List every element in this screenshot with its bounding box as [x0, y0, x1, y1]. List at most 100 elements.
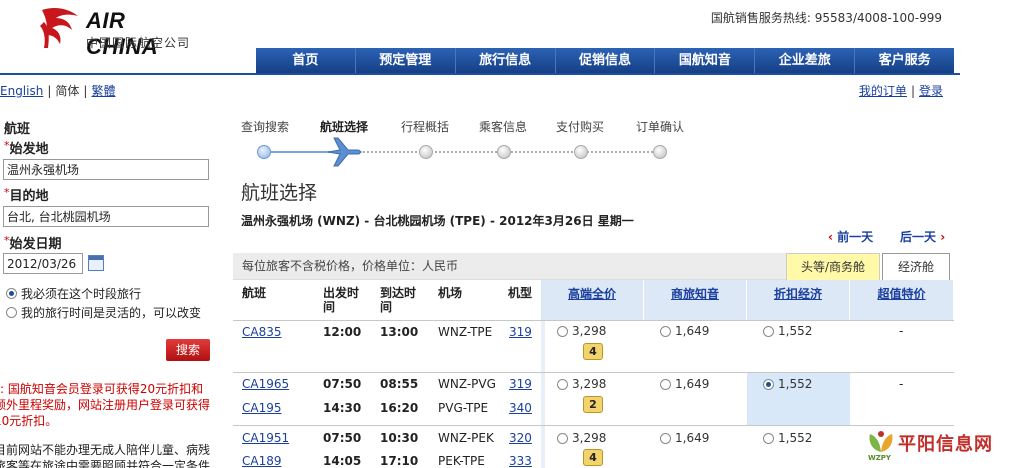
watermark-text: 平阳信息网	[898, 434, 993, 455]
nav-customer-service[interactable]: 客户服务	[854, 48, 955, 73]
departure-date-field[interactable]	[3, 253, 83, 274]
main-nav: 首页 预定管理 旅行信息 促销信息 国航知音 企业差旅 客户服务	[256, 48, 955, 73]
step-search: 查询搜索	[241, 120, 290, 134]
aircraft-type-link[interactable]: 319	[509, 325, 532, 339]
nav-divider	[0, 73, 960, 75]
fare-option[interactable]: 1,552	[763, 324, 812, 338]
step-itinerary: 行程概括	[401, 120, 450, 134]
arrival-time: 17:10	[380, 454, 419, 468]
phoenix-logo-icon	[40, 8, 78, 48]
step-confirm: 订单确认	[636, 120, 685, 134]
login-link[interactable]: 登录	[919, 84, 943, 98]
airport-route: WNZ-PEK	[438, 431, 494, 445]
brand-name-cn: 中国国际航空公司	[86, 36, 191, 50]
nav-corporate-travel[interactable]: 企业差旅	[754, 48, 855, 73]
radio-unchecked-icon[interactable]	[763, 432, 774, 444]
fare-header-discount-economy: 折扣经济	[747, 280, 850, 320]
row-divider	[233, 372, 954, 373]
radio-unchecked-icon[interactable]	[660, 432, 671, 444]
nav-phoenix-miles[interactable]: 国航知音	[654, 48, 755, 73]
aircraft-type-link[interactable]: 333	[509, 454, 532, 468]
flight-number-link[interactable]: CA189	[242, 454, 282, 468]
route-summary: 温州永强机场 (WNZ) - 台北桃园机场 (TPE) - 2012年3月26日…	[241, 214, 634, 228]
departure-time: 12:00	[323, 325, 362, 339]
radio-checked-icon[interactable]	[6, 288, 17, 299]
aircraft-type-link[interactable]: 320	[509, 431, 532, 445]
my-orders-link[interactable]: 我的订单	[859, 84, 907, 98]
lang-simplified[interactable]: 简体	[55, 84, 79, 98]
flight-results-table: 航班 出发时 间 到达时 间 机场 机型 高端全价 商旅知音 折扣经济 超值特价…	[233, 280, 954, 468]
aircraft-type-link[interactable]: 319	[509, 377, 532, 391]
lang-english-link[interactable]: English	[0, 84, 43, 98]
fare-option[interactable]: 1,649	[660, 377, 709, 391]
fare-option[interactable]: 1,552	[763, 431, 812, 445]
fare-unavailable: -	[899, 377, 904, 391]
step-dot-payment	[574, 145, 588, 159]
radio-unchecked-icon[interactable]	[763, 325, 774, 337]
member-discount-note-line2: 额外里程奖励，网站注册用户登录可获得	[0, 398, 211, 412]
tab-economy[interactable]: 经济舱	[882, 253, 950, 280]
price-info-bar: 每位旅客不含税价格，价格单位：人民币	[233, 253, 786, 280]
radio-fixed-time[interactable]: 我必须在这个时段旅行	[6, 285, 141, 302]
arrival-time: 13:00	[380, 325, 419, 339]
chevron-left-icon: ‹	[828, 230, 833, 244]
language-switcher: English | 简体 | 繁體	[0, 84, 116, 98]
step-dot-search	[257, 145, 271, 159]
departure-time: 07:50	[323, 377, 362, 391]
step-passenger: 乘客信息	[479, 120, 528, 134]
step-dot-itinerary	[419, 145, 433, 159]
nav-home[interactable]: 首页	[256, 48, 355, 73]
nav-promotions[interactable]: 促销信息	[554, 48, 655, 73]
nav-booking-management[interactable]: 预定管理	[354, 48, 455, 73]
radio-unchecked-icon[interactable]	[557, 378, 568, 390]
service-note-line1: 目前网站不能办理无成人陪伴儿童、病残	[0, 443, 211, 457]
radio-unchecked-icon[interactable]	[557, 432, 568, 444]
search-button[interactable]: 搜索	[166, 339, 210, 361]
aircraft-type-link[interactable]: 340	[509, 401, 532, 415]
step-line-done	[264, 151, 334, 153]
fare-option[interactable]: 3,298	[557, 377, 606, 391]
radio-unchecked-icon[interactable]	[660, 378, 671, 390]
fare-option[interactable]: 1,649	[660, 431, 709, 445]
col-header-aircraft: 机型	[508, 286, 533, 300]
fare-option[interactable]: 1,649	[660, 324, 709, 338]
date-label: *始发日期	[4, 234, 62, 252]
flight-number-link[interactable]: CA1965	[242, 377, 289, 391]
fare-option[interactable]: 3,298	[557, 431, 606, 445]
from-label: *始发地	[4, 139, 49, 157]
radio-flexible-time[interactable]: 我的旅行时间是灵活的，可以改变	[6, 304, 201, 321]
tab-first-business[interactable]: 头等/商务舱	[786, 253, 880, 280]
lang-traditional-link[interactable]: 繁體	[91, 84, 115, 98]
from-field[interactable]	[3, 159, 209, 180]
departure-time: 07:50	[323, 431, 362, 445]
arrival-time: 10:30	[380, 431, 419, 445]
flight-number-link[interactable]: CA835	[242, 325, 282, 339]
to-field[interactable]	[3, 206, 209, 227]
sidebar-title: 航班	[4, 122, 31, 137]
air-china-logo[interactable]: AIR CHINA 中国国际航空公司	[34, 4, 204, 59]
nav-travel-info[interactable]: 旅行信息	[454, 48, 555, 73]
seats-left-badge: 4	[583, 343, 603, 360]
radio-unchecked-icon[interactable]	[660, 325, 671, 337]
radio-checked-icon[interactable]	[763, 378, 774, 390]
prev-day-link[interactable]: ‹ 前一天	[828, 228, 873, 245]
flight-number-link[interactable]: CA1951	[242, 431, 289, 445]
departure-time: 14:05	[323, 454, 362, 468]
fare-option-selected[interactable]: 1,552	[763, 377, 812, 391]
row-divider	[233, 425, 954, 426]
watermark-subtext: WZPY	[868, 454, 891, 462]
step-dot-passenger	[497, 145, 511, 159]
arrival-time: 08:55	[380, 377, 419, 391]
next-day-link[interactable]: 后一天 ›	[900, 228, 945, 245]
page-title: 航班选择	[241, 182, 318, 204]
site-watermark: 平阳信息网 WZPY	[864, 426, 1015, 468]
row-divider	[233, 320, 954, 321]
radio-unchecked-icon[interactable]	[6, 307, 17, 318]
to-label: *目的地	[4, 186, 49, 204]
fare-option[interactable]: 3,298	[557, 324, 606, 338]
radio-unchecked-icon[interactable]	[557, 325, 568, 337]
arrival-time: 16:20	[380, 401, 419, 415]
calendar-icon[interactable]	[88, 255, 104, 271]
member-discount-note-line1: *: 国航知音会员登录可获得20元折扣和	[0, 382, 204, 396]
flight-number-link[interactable]: CA195	[242, 401, 282, 415]
